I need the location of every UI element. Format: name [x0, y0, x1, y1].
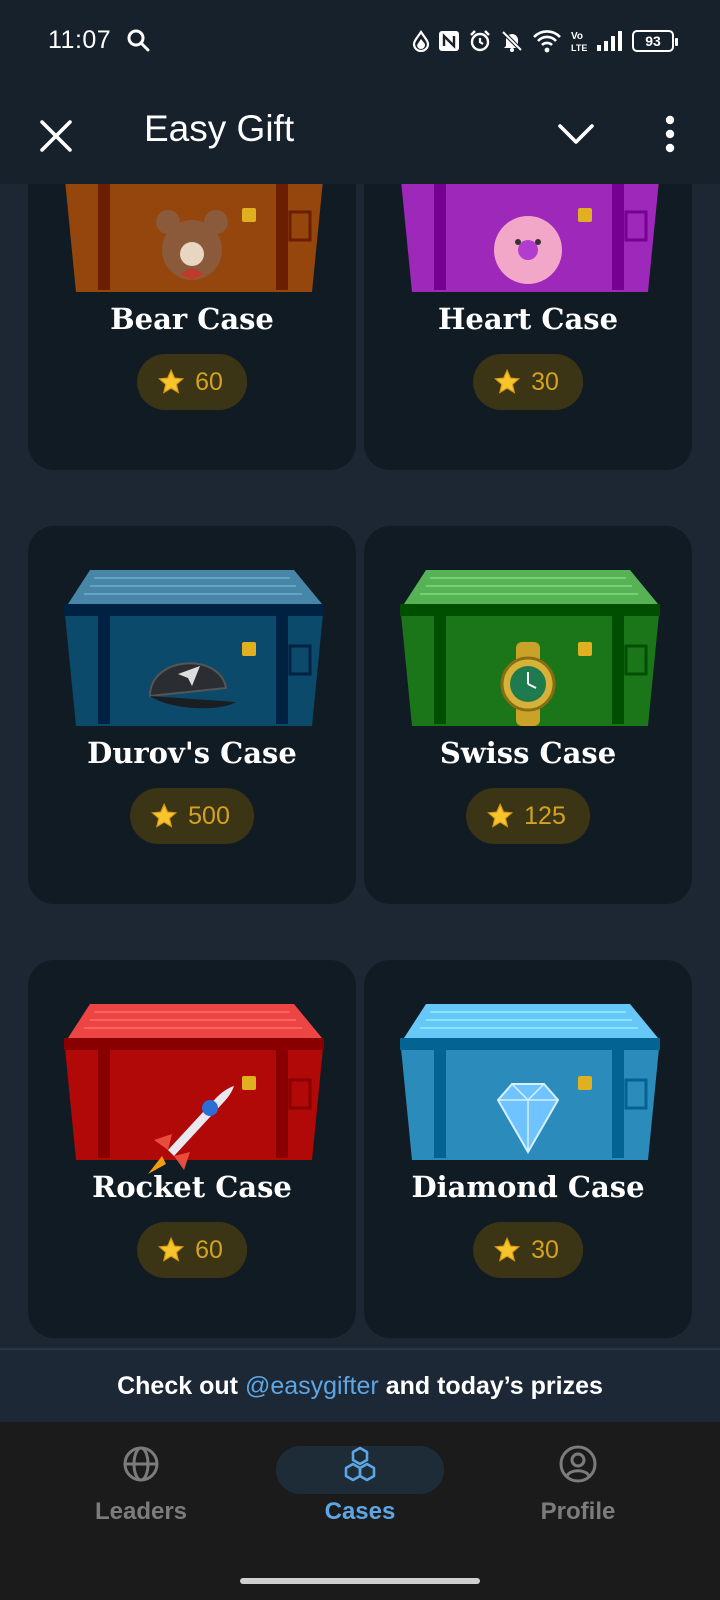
- app-title: Easy Gift: [144, 108, 295, 149]
- globe-icon: [123, 1446, 159, 1482]
- case-image: [64, 570, 324, 726]
- case-name: Durov's Case: [87, 736, 297, 770]
- star-icon: [494, 1236, 521, 1262]
- nav-tab-cases[interactable]: Cases: [270, 1444, 450, 1554]
- user-circle-icon: [559, 1445, 597, 1483]
- nav-label-profile: Profile: [540, 1498, 616, 1525]
- collapse-button[interactable]: [554, 114, 598, 154]
- signal-icon: [597, 31, 622, 51]
- case-image: [400, 1004, 660, 1160]
- nav-label-leaders: Leaders: [94, 1498, 188, 1525]
- case-name: Rocket Case: [92, 1170, 292, 1204]
- case-card[interactable]: Rocket Case 60: [28, 960, 356, 1338]
- status-icons: Vo LTE 93: [412, 26, 678, 56]
- star-icon: [151, 802, 178, 828]
- star-icon: [494, 368, 521, 394]
- more-vertical-icon: [665, 115, 675, 153]
- case-price-button[interactable]: 125: [466, 788, 590, 844]
- case-card[interactable]: Swiss Case 125: [364, 526, 692, 904]
- app-bar: Easy Gift: [0, 84, 720, 184]
- case-price: 30: [531, 367, 559, 396]
- more-menu-button[interactable]: [654, 110, 686, 158]
- case-price-button[interactable]: 30: [473, 354, 583, 410]
- case-name: Swiss Case: [439, 736, 617, 770]
- battery-indicator: 93: [632, 30, 678, 52]
- case-card[interactable]: Bear Case 60: [28, 184, 356, 470]
- star-icon: [158, 368, 185, 394]
- svg-text:LTE: LTE: [571, 43, 587, 53]
- home-indicator: [240, 1578, 480, 1584]
- case-card[interactable]: Heart Case 30: [364, 184, 692, 470]
- promo-link[interactable]: @easygifter: [245, 1372, 379, 1401]
- bottom-navigation: Leaders Cases Profile: [0, 1422, 720, 1600]
- promo-prefix: Check out: [117, 1371, 238, 1400]
- alarm-icon: [470, 30, 490, 52]
- close-button[interactable]: [36, 110, 76, 158]
- case-card[interactable]: Durov's Case 500: [28, 526, 356, 904]
- case-price: 30: [531, 1235, 559, 1264]
- case-price-button[interactable]: 60: [137, 1222, 247, 1278]
- case-image: [400, 570, 660, 726]
- cases-scroll-area[interactable]: Bear Case 60 Heart Case 30 Durov's Case …: [0, 184, 720, 1348]
- case-image: [64, 1004, 324, 1174]
- star-icon: [487, 802, 514, 828]
- case-price: 125: [524, 801, 566, 830]
- case-image: [65, 184, 323, 292]
- status-bar: 11:07 Vo LTE 93: [0, 0, 720, 84]
- search-icon: [127, 29, 150, 52]
- case-name: Bear Case: [110, 302, 274, 336]
- case-price-button[interactable]: 60: [137, 354, 247, 410]
- star-icon: [158, 1236, 185, 1262]
- nav-label-cases: Cases: [324, 1498, 396, 1525]
- case-name: Heart Case: [437, 302, 619, 336]
- cubes-icon: [344, 1446, 376, 1482]
- promo-suffix: and today’s prizes: [385, 1371, 603, 1400]
- case-price-button[interactable]: 30: [473, 1222, 583, 1278]
- status-time: 11:07: [48, 26, 112, 54]
- case-image: [401, 184, 659, 292]
- nav-tab-leaders[interactable]: Leaders: [51, 1444, 231, 1554]
- case-price: 500: [188, 801, 230, 830]
- nav-tab-profile[interactable]: Profile: [488, 1444, 668, 1554]
- promo-banner: Check out @easygifter and today’s prizes: [0, 1348, 720, 1422]
- svg-text:Vo: Vo: [571, 31, 583, 42]
- close-icon: [40, 120, 72, 152]
- volte-icon: VoLTE: [571, 31, 587, 53]
- data-saver-icon: [412, 30, 430, 52]
- case-price: 60: [195, 367, 223, 396]
- case-price: 60: [195, 1235, 223, 1264]
- heart-donut-icon: [494, 216, 562, 284]
- case-name: Diamond Case: [411, 1170, 645, 1204]
- case-price-button[interactable]: 500: [130, 788, 254, 844]
- case-card[interactable]: Diamond Case 30: [364, 960, 692, 1338]
- chevron-down-icon: [558, 124, 594, 144]
- wifi-icon: [533, 30, 561, 53]
- muted-bell-icon: [501, 30, 523, 52]
- nfc-icon: [439, 31, 459, 51]
